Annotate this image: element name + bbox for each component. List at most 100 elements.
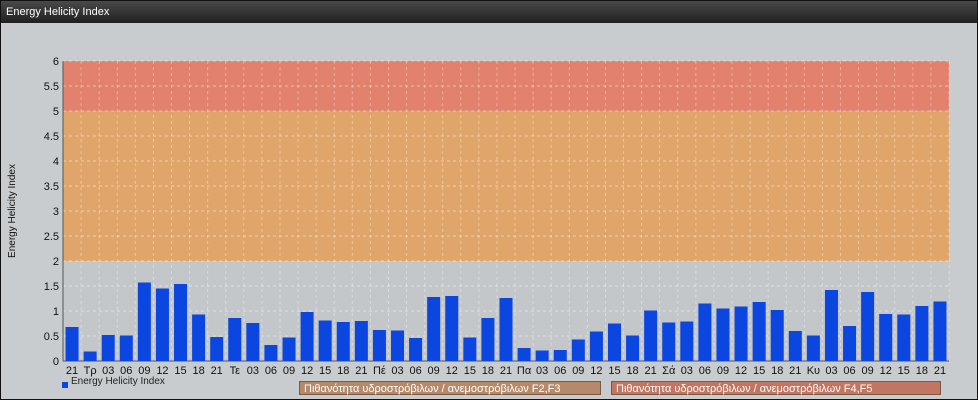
bar bbox=[174, 284, 188, 361]
y-tick-label: 3 bbox=[53, 206, 59, 218]
x-tick-label: 03 bbox=[681, 365, 693, 377]
bar bbox=[65, 327, 79, 361]
x-tick-label: 09 bbox=[862, 365, 874, 377]
bar bbox=[372, 330, 386, 361]
bar bbox=[680, 321, 694, 361]
x-tick-label: 21 bbox=[645, 365, 657, 377]
y-tick-label: 5 bbox=[53, 106, 59, 118]
y-tick-label: 2 bbox=[53, 256, 59, 268]
bar bbox=[589, 331, 603, 361]
x-tick-label: 12 bbox=[590, 365, 602, 377]
bar bbox=[734, 306, 748, 361]
bar bbox=[662, 322, 676, 361]
y-tick-label: 6 bbox=[53, 56, 59, 68]
x-tick-label: 15 bbox=[464, 365, 476, 377]
y-tick-label: 0.5 bbox=[44, 331, 59, 343]
bar bbox=[879, 314, 893, 361]
x-tick-label: 12 bbox=[446, 365, 458, 377]
bar bbox=[770, 310, 784, 361]
bar bbox=[228, 318, 242, 361]
x-tick-label: 18 bbox=[192, 365, 204, 377]
x-tick-label: 03 bbox=[825, 365, 837, 377]
x-tick-label: 15 bbox=[174, 365, 186, 377]
x-tick-label: 12 bbox=[880, 365, 892, 377]
y-tick-label: 5.5 bbox=[44, 81, 59, 93]
bar bbox=[210, 337, 224, 361]
bar bbox=[806, 335, 820, 361]
legend-band-f2f3: Πιθανότητα υδροστρόβιλων / ανεμοστρόβιλω… bbox=[299, 381, 601, 395]
bar bbox=[101, 335, 115, 361]
x-tick-label: 09 bbox=[572, 365, 584, 377]
chart-area: 0 0.5 1 1.5 2 2.5 3 3.5 4 4.5 5 5.5 6 21 Τρ 03 06 09 12 15 1… bbox=[1, 23, 977, 399]
x-tick-label: 09 bbox=[717, 365, 729, 377]
bar bbox=[535, 350, 549, 361]
window-title: Energy Helicity Index bbox=[1, 1, 977, 23]
bar bbox=[933, 301, 947, 361]
y-tick-label: 3.5 bbox=[44, 181, 59, 193]
x-tick-label: Πα bbox=[517, 365, 532, 377]
bar bbox=[607, 323, 621, 361]
bar bbox=[463, 337, 477, 361]
x-tick-label: 09 bbox=[428, 365, 440, 377]
bar bbox=[698, 303, 712, 361]
bar bbox=[517, 348, 531, 361]
x-tick-label: 18 bbox=[337, 365, 349, 377]
x-tick-label: 18 bbox=[916, 365, 928, 377]
x-tick-label: 21 bbox=[789, 365, 801, 377]
bar bbox=[445, 296, 459, 361]
x-tick-label: 21 bbox=[211, 365, 223, 377]
x-tick-label: 15 bbox=[753, 365, 765, 377]
x-tick-label: 06 bbox=[554, 365, 566, 377]
bar bbox=[716, 308, 730, 361]
y-tick-label: 0 bbox=[53, 356, 59, 368]
x-tick-label: 21 bbox=[355, 365, 367, 377]
bar bbox=[391, 330, 405, 361]
x-tick-label: 06 bbox=[409, 365, 421, 377]
x-tick-label: Κυ bbox=[807, 365, 820, 377]
x-tick-label: 21 bbox=[934, 365, 946, 377]
bar bbox=[246, 323, 260, 361]
bar bbox=[300, 312, 314, 361]
bar bbox=[137, 282, 151, 361]
x-tick-label: 06 bbox=[699, 365, 711, 377]
bar bbox=[427, 297, 441, 361]
x-tick-label: 09 bbox=[283, 365, 295, 377]
legend-band-f4f5: Πιθανότητα υδροστρόβιλων / ανεμοστρόβιλω… bbox=[611, 381, 941, 395]
bar bbox=[119, 335, 133, 361]
bar bbox=[553, 350, 567, 361]
y-tick-label: 4 bbox=[53, 156, 59, 168]
x-tick-label: 06 bbox=[843, 365, 855, 377]
bar bbox=[354, 321, 368, 361]
bar bbox=[824, 290, 838, 361]
bar bbox=[571, 339, 585, 361]
x-tick-label: Πέ bbox=[373, 365, 386, 377]
bar bbox=[318, 320, 332, 361]
y-tick-label: 1.5 bbox=[44, 281, 59, 293]
bar bbox=[626, 335, 640, 361]
x-tick-label: Σά bbox=[662, 365, 676, 377]
legend-series-marker bbox=[62, 382, 68, 388]
x-tick-label: 18 bbox=[626, 365, 638, 377]
x-tick-label: 18 bbox=[482, 365, 494, 377]
y-tick-label: 2.5 bbox=[44, 231, 59, 243]
x-tick-label: 15 bbox=[898, 365, 910, 377]
bar bbox=[861, 292, 875, 361]
bar bbox=[336, 322, 350, 361]
x-tick-label: 12 bbox=[301, 365, 313, 377]
bar bbox=[155, 288, 169, 361]
y-axis-label: Energy Helicity Index bbox=[7, 164, 18, 258]
x-tick-label: 03 bbox=[247, 365, 259, 377]
x-tick-label: 03 bbox=[391, 365, 403, 377]
legend-series-label: Energy Helicity Index bbox=[71, 376, 165, 387]
bar bbox=[499, 298, 513, 361]
x-tick-label: 15 bbox=[319, 365, 331, 377]
bar bbox=[282, 337, 296, 361]
bar bbox=[192, 314, 206, 361]
x-tick-label: 03 bbox=[536, 365, 548, 377]
chart-window: Energy Helicity Index 0 0.5 1 1.5 2 2.5 3 3.5 4 4… bbox=[0, 0, 978, 400]
bar bbox=[752, 302, 766, 361]
x-tick-label: Τε bbox=[230, 365, 241, 377]
y-tick-label: 4.5 bbox=[44, 131, 59, 143]
bar bbox=[644, 310, 658, 361]
bar bbox=[843, 326, 857, 361]
